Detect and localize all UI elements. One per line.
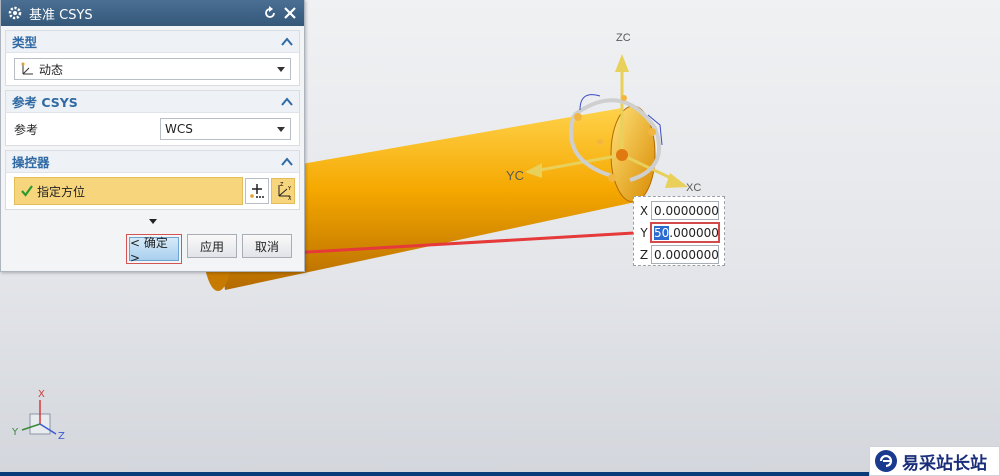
reference-select[interactable]: WCS: [160, 118, 291, 140]
chevron-down-icon[interactable]: [276, 65, 286, 73]
watermark-text: 易采站长站: [902, 453, 987, 474]
gear-icon: [8, 6, 22, 20]
bottom-status-strip: [0, 472, 869, 476]
chevron-up-icon[interactable]: [281, 36, 293, 47]
triad-x-label: X: [38, 389, 45, 400]
svg-text:Y: Y: [287, 186, 292, 192]
type-section-header[interactable]: 类型: [6, 31, 299, 53]
checkmark-icon: [21, 185, 33, 197]
cancel-button[interactable]: 取消: [242, 234, 292, 258]
reference-csys-section: 参考 CSYS 参考 WCS: [5, 90, 300, 146]
manipulator-section-title: 操控器: [12, 155, 50, 170]
reference-label: 参考: [14, 122, 39, 137]
chevron-up-icon[interactable]: [281, 96, 293, 107]
reference-section-title: 参考 CSYS: [12, 95, 78, 110]
point-add-icon: [250, 184, 264, 198]
z-input[interactable]: 0.0000000: [651, 245, 719, 264]
watermark: 易采站长站: [869, 446, 1000, 476]
y-input-selected-text: 50: [654, 225, 670, 240]
csys-axes-icon: Z Y X: [278, 182, 292, 201]
svg-text:Z: Z: [280, 182, 284, 188]
triangle-down-icon: [148, 218, 157, 224]
more-options-toggle[interactable]: [1, 214, 304, 228]
specify-orientation-label: 指定方位: [37, 184, 86, 199]
reset-icon[interactable]: [262, 5, 278, 21]
dynamic-csys-icon: [21, 62, 33, 75]
view-triad: [21, 400, 57, 435]
dialog-title: 基准 CSYS: [29, 7, 93, 23]
reference-section-header[interactable]: 参考 CSYS: [6, 91, 299, 113]
triad-y-label: Y: [12, 427, 19, 438]
zc-label: ZC: [616, 32, 631, 44]
close-icon[interactable]: [282, 5, 298, 21]
type-select-value: 动态: [39, 62, 64, 77]
y-label: Y: [640, 225, 648, 240]
yc-label: YC: [506, 168, 525, 183]
y-input[interactable]: 50.000000: [651, 223, 719, 242]
coordinate-input-popup: X 0.0000000 Y 50.000000 Z 0.0000000: [633, 196, 725, 266]
dialog-button-row: < 确定 > 应用 取消: [1, 228, 304, 265]
x-label: X: [639, 203, 649, 218]
reference-select-value: WCS: [165, 122, 193, 136]
ok-button-highlight: < 确定 >: [126, 234, 182, 265]
dialog-titlebar[interactable]: 基准 CSYS: [1, 0, 304, 26]
chevron-down-icon[interactable]: [276, 125, 286, 133]
type-section-title: 类型: [12, 35, 38, 50]
xc-label: XC: [686, 182, 702, 194]
y-input-rest-text: .000000: [669, 225, 719, 240]
x-input[interactable]: 0.0000000: [651, 201, 719, 220]
site-logo-icon: [875, 450, 897, 472]
apply-button[interactable]: 应用: [187, 234, 237, 258]
z-label: Z: [639, 247, 649, 262]
chevron-up-icon[interactable]: [281, 156, 293, 167]
manipulator-section: 操控器 指定方位 Z Y X: [5, 150, 300, 210]
type-section: 类型 动态: [5, 30, 300, 86]
type-select[interactable]: 动态: [14, 58, 291, 80]
manipulator-section-header[interactable]: 操控器: [6, 151, 299, 173]
csys-dialog-button[interactable]: Z Y X: [271, 178, 295, 204]
triad-z-label: Z: [58, 431, 65, 442]
datum-csys-dialog: 基准 CSYS 类型 动态 参考 CSYS 参考 WCS 操控器 指定方位 Z …: [0, 0, 305, 272]
point-dialog-button[interactable]: [245, 178, 269, 204]
ok-button[interactable]: < 确定 >: [129, 236, 179, 265]
svg-text:X: X: [288, 196, 292, 201]
specify-orientation-field[interactable]: 指定方位: [14, 177, 243, 205]
